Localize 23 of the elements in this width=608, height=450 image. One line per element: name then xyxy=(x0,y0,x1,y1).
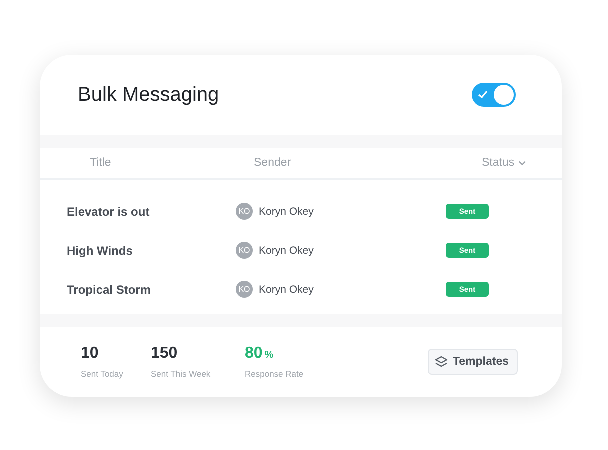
chevron-down-icon xyxy=(518,160,526,166)
checkmark-icon xyxy=(478,90,488,99)
stat-value: 150 xyxy=(151,345,179,363)
avatar: KO xyxy=(236,242,253,259)
message-title: Elevator is out xyxy=(67,204,151,218)
stat-value: 80% xyxy=(245,345,275,363)
stat-value: 10 xyxy=(81,345,100,363)
sender-name: Koryn Okey xyxy=(259,206,314,218)
page-title: Bulk Messaging xyxy=(78,84,220,106)
stat-label: Response Rate xyxy=(245,369,305,379)
layers-icon xyxy=(434,356,448,368)
column-header: Title xyxy=(90,157,112,169)
sender-name: Koryn Okey xyxy=(259,244,314,256)
stat-label: Sent Today xyxy=(81,369,124,379)
message-title: Tropical Storm xyxy=(67,282,152,296)
stat-label: Sent This Week xyxy=(151,369,212,379)
avatar: KO xyxy=(236,203,253,220)
avatar: KO xyxy=(236,281,253,298)
sender-name: Koryn Okey xyxy=(259,284,314,296)
column-header: Sender xyxy=(254,157,292,169)
templates-button[interactable]: Templates xyxy=(428,349,518,375)
message-title: High Winds xyxy=(67,244,134,258)
toggle-switch[interactable] xyxy=(472,83,516,107)
